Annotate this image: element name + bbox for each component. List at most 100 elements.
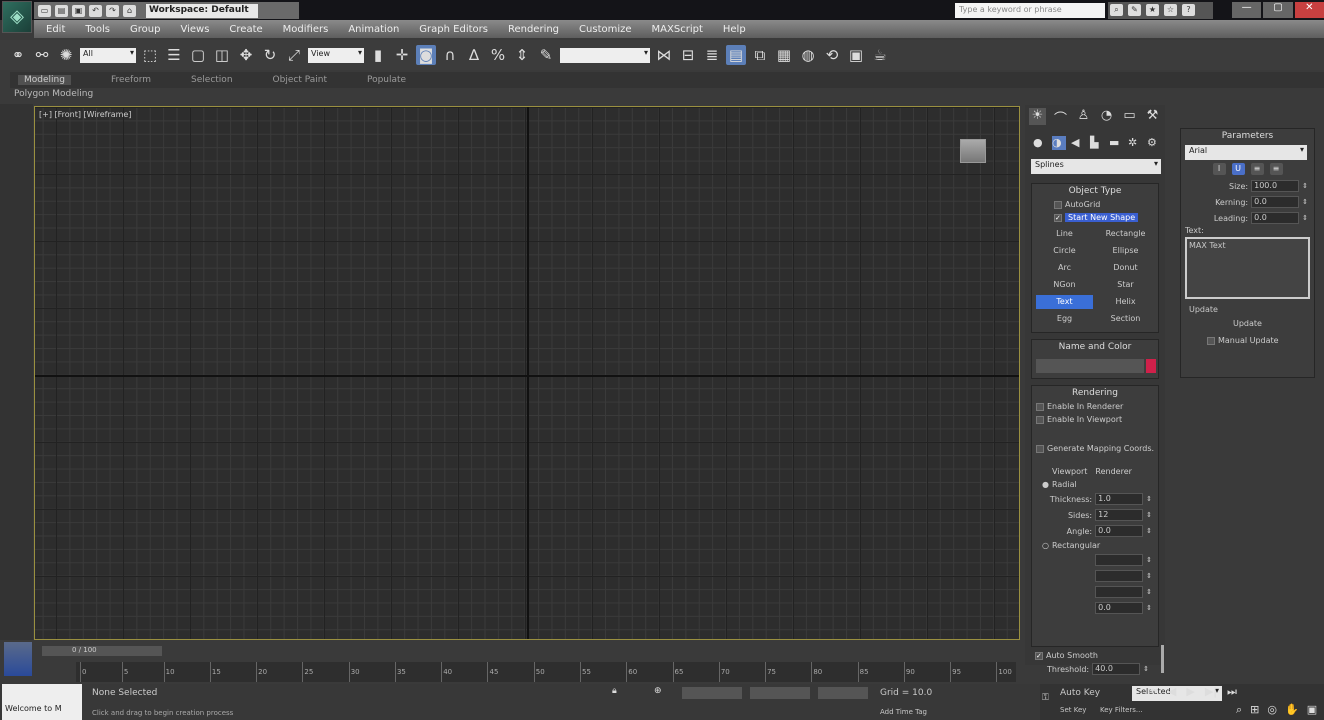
orbit-icon[interactable]: ◎ bbox=[1267, 703, 1277, 717]
maxscript-listener[interactable]: Welcome to M bbox=[2, 684, 82, 720]
mini-listener-toggle[interactable] bbox=[4, 642, 32, 676]
threshold-spinner[interactable]: Threshold: 40.0 ⇕ bbox=[1035, 661, 1155, 677]
binoculars-icon[interactable]: ⌕ bbox=[1110, 4, 1123, 16]
viewport-label[interactable]: [+] [Front] [Wireframe] bbox=[39, 110, 131, 119]
circle-button[interactable]: Circle bbox=[1036, 244, 1093, 258]
text-area[interactable]: MAX Text bbox=[1185, 237, 1310, 299]
generate-mapping-checkbox[interactable]: Generate Mapping Coords. bbox=[1032, 442, 1158, 455]
select-manipulate-icon[interactable]: ✛ bbox=[392, 45, 412, 65]
renderer-radio[interactable]: Renderer bbox=[1095, 467, 1132, 476]
favorites-icon[interactable]: ☆ bbox=[1164, 4, 1177, 16]
utilities-tab-icon[interactable]: ⚒ bbox=[1144, 108, 1161, 125]
align-icon[interactable]: ⊟ bbox=[678, 45, 698, 65]
select-by-name-icon[interactable]: ☰ bbox=[164, 45, 184, 65]
align-center-icon[interactable]: ≡ bbox=[1269, 163, 1283, 175]
command-panel-scrollbar[interactable] bbox=[1161, 645, 1164, 673]
communication-icon[interactable]: ★ bbox=[1146, 4, 1159, 16]
go-to-end-icon[interactable]: ⏭ bbox=[1227, 685, 1237, 699]
zoom-icon[interactable]: ⌕ bbox=[1236, 703, 1242, 717]
set-key-button[interactable]: Set Key bbox=[1060, 706, 1086, 714]
minimize-button[interactable]: — bbox=[1232, 2, 1262, 18]
z-coordinate-input[interactable] bbox=[818, 687, 868, 699]
go-to-start-icon[interactable]: ⏮ bbox=[1148, 685, 1158, 699]
help-icon[interactable]: ? bbox=[1182, 4, 1195, 16]
y-coordinate-input[interactable] bbox=[750, 687, 810, 699]
rollout-title[interactable]: Rendering bbox=[1032, 386, 1158, 400]
angle-spinner[interactable]: Angle: 0.0 ⇕ bbox=[1032, 523, 1158, 539]
scale-icon[interactable]: ⤢ bbox=[284, 45, 304, 65]
bind-space-warp-icon[interactable]: ✺ bbox=[56, 45, 76, 65]
angle-snap-icon[interactable]: ∆ bbox=[464, 45, 484, 65]
edit-named-selection-icon[interactable]: ✎ bbox=[536, 45, 556, 65]
redo-icon[interactable]: ↷ bbox=[106, 4, 119, 17]
move-icon[interactable]: ✥ bbox=[236, 45, 256, 65]
auto-key-button[interactable]: Auto Key bbox=[1060, 688, 1100, 698]
object-color-swatch[interactable] bbox=[1146, 359, 1156, 373]
viewcube[interactable] bbox=[960, 139, 986, 163]
scene-explorer-icon[interactable]: ▤ bbox=[726, 45, 746, 65]
zoom-all-icon[interactable]: ⊞ bbox=[1250, 703, 1259, 717]
open-icon[interactable]: ▤ bbox=[55, 4, 68, 17]
width-spinner[interactable]: ⇕ bbox=[1032, 568, 1158, 584]
tab-populate[interactable]: Populate bbox=[367, 75, 406, 85]
ribbon-panel-label[interactable]: Polygon Modeling bbox=[14, 89, 93, 99]
aspect-spinner[interactable]: 0.0 ⇕ bbox=[1032, 600, 1158, 616]
display-tab-icon[interactable]: ▭ bbox=[1121, 108, 1138, 125]
key-filters-button[interactable]: Key Filters... bbox=[1100, 706, 1143, 714]
spinner-value[interactable]: 1.0 bbox=[1095, 493, 1144, 505]
italic-icon[interactable]: I bbox=[1212, 163, 1226, 175]
length-spinner[interactable]: ⇕ bbox=[1032, 552, 1158, 568]
undo-icon[interactable]: ↶ bbox=[89, 4, 102, 17]
space-warps-icon[interactable]: ✲ bbox=[1128, 136, 1142, 150]
spinner-snap-icon[interactable]: ⇕ bbox=[512, 45, 532, 65]
menu-views[interactable]: Views bbox=[180, 24, 209, 35]
menu-rendering[interactable]: Rendering bbox=[508, 24, 559, 35]
arc-button[interactable]: Arc bbox=[1036, 261, 1093, 275]
cameras-icon[interactable]: ▙ bbox=[1090, 136, 1104, 150]
tab-freeform[interactable]: Freeform bbox=[111, 75, 151, 85]
lights-icon[interactable]: ◀ bbox=[1071, 136, 1085, 150]
update-button[interactable]: Update bbox=[1211, 317, 1284, 331]
workspace-dropdown[interactable]: Workspace: Default bbox=[146, 3, 258, 18]
create-tab-icon[interactable]: ☀ bbox=[1029, 108, 1046, 125]
sides-spinner[interactable]: Sides: 12 ⇕ bbox=[1032, 507, 1158, 523]
ellipse-button[interactable]: Ellipse bbox=[1097, 244, 1154, 258]
font-dropdown[interactable]: Arial bbox=[1185, 145, 1307, 160]
thickness-spinner[interactable]: Thickness: 1.0 ⇕ bbox=[1032, 491, 1158, 507]
shapes-icon[interactable]: ◑ bbox=[1052, 136, 1066, 150]
rollout-title[interactable]: Object Type bbox=[1032, 184, 1158, 198]
save-icon[interactable]: ▣ bbox=[72, 4, 85, 17]
systems-icon[interactable]: ⚙ bbox=[1147, 136, 1161, 150]
reference-coordinate-dropdown[interactable]: View bbox=[308, 47, 364, 63]
text-button[interactable]: Text bbox=[1036, 295, 1093, 309]
modify-tab-icon[interactable]: ⌒ bbox=[1052, 108, 1069, 127]
pan-icon[interactable]: ✋ bbox=[1285, 703, 1299, 717]
section-button[interactable]: Section bbox=[1097, 312, 1154, 326]
snaps-toggle-icon[interactable]: ∩ bbox=[440, 45, 460, 65]
absolute-mode-icon[interactable]: ⊕ bbox=[654, 686, 662, 696]
menu-modifiers[interactable]: Modifiers bbox=[283, 24, 329, 35]
schematic-view-icon[interactable]: ▦ bbox=[774, 45, 794, 65]
viewport-radio[interactable]: Viewport bbox=[1052, 467, 1087, 476]
render-production-icon[interactable]: ☕ bbox=[870, 45, 890, 65]
donut-button[interactable]: Donut bbox=[1097, 261, 1154, 275]
rollout-title[interactable]: Name and Color bbox=[1032, 340, 1158, 354]
rectangular-selection-icon[interactable]: ▢ bbox=[188, 45, 208, 65]
spinner-value[interactable]: 12 bbox=[1095, 509, 1144, 521]
front-viewport[interactable]: [+] [Front] [Wireframe] bbox=[34, 106, 1020, 640]
next-frame-icon[interactable]: ▶| bbox=[1205, 685, 1217, 699]
autogrid-checkbox[interactable]: AutoGrid bbox=[1032, 198, 1158, 211]
mirror-icon[interactable]: ⋈ bbox=[654, 45, 674, 65]
rect-angle-spinner[interactable]: ⇕ bbox=[1032, 584, 1158, 600]
rectangle-button[interactable]: Rectangle bbox=[1097, 227, 1154, 241]
tab-object-paint[interactable]: Object Paint bbox=[273, 75, 327, 85]
rollout-title[interactable]: Parameters bbox=[1181, 129, 1314, 143]
layer-manager-icon[interactable]: ≣ bbox=[702, 45, 722, 65]
kerning-spinner[interactable]: Kerning: 0.0 ⇕ bbox=[1181, 194, 1314, 210]
hierarchy-tab-icon[interactable]: ♙ bbox=[1075, 108, 1092, 125]
line-button[interactable]: Line bbox=[1036, 227, 1093, 241]
egg-button[interactable]: Egg bbox=[1036, 312, 1093, 326]
manual-update-checkbox[interactable]: Manual Update bbox=[1181, 334, 1314, 347]
menu-group[interactable]: Group bbox=[130, 24, 160, 35]
leading-spinner[interactable]: Leading: 0.0 ⇕ bbox=[1181, 210, 1314, 226]
